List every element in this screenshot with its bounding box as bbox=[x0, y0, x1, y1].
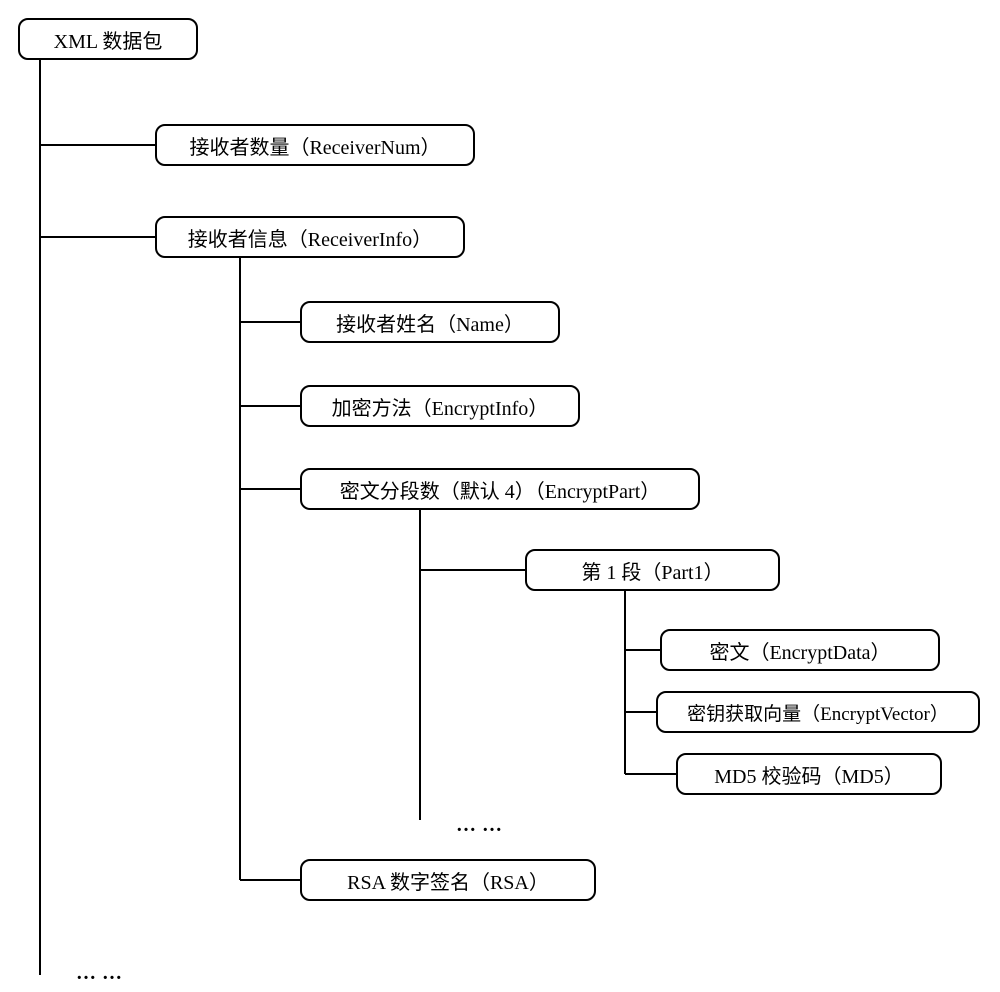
node-receiver-num: 接收者数量（ReceiverNum） bbox=[155, 124, 475, 166]
node-label: 密钥获取向量（EncryptVector） bbox=[687, 699, 949, 726]
ellipsis-root: …… bbox=[76, 962, 128, 985]
node-label: 接收者数量（ReceiverNum） bbox=[189, 131, 440, 160]
node-encrypt-part: 密文分段数（默认 4）（EncryptPart） bbox=[300, 468, 700, 510]
node-label: XML 数据包 bbox=[54, 25, 163, 54]
node-label: 密文分段数（默认 4）（EncryptPart） bbox=[340, 475, 661, 504]
node-encrypt-info: 加密方法（EncryptInfo） bbox=[300, 385, 580, 427]
diagram-canvas: XML 数据包 接收者数量（ReceiverNum） 接收者信息（Receive… bbox=[0, 0, 1000, 992]
node-label: 接收者信息（ReceiverInfo） bbox=[188, 223, 432, 252]
node-name: 接收者姓名（Name） bbox=[300, 301, 560, 343]
node-receiver-info: 接收者信息（ReceiverInfo） bbox=[155, 216, 465, 258]
ellipsis-parts: …… bbox=[456, 814, 508, 837]
node-encrypt-vector: 密钥获取向量（EncryptVector） bbox=[656, 691, 980, 733]
node-rsa: RSA 数字签名（RSA） bbox=[300, 859, 596, 901]
node-label: 加密方法（EncryptInfo） bbox=[332, 392, 549, 421]
node-label: MD5 校验码（MD5） bbox=[714, 760, 903, 789]
node-encrypt-data: 密文（EncryptData） bbox=[660, 629, 940, 671]
node-label: 第 1 段（Part1） bbox=[581, 556, 723, 585]
node-label: 接收者姓名（Name） bbox=[336, 308, 524, 337]
node-md5: MD5 校验码（MD5） bbox=[676, 753, 942, 795]
node-label: RSA 数字签名（RSA） bbox=[347, 866, 549, 895]
node-part1: 第 1 段（Part1） bbox=[525, 549, 780, 591]
node-label: 密文（EncryptData） bbox=[709, 636, 890, 665]
node-xml-root: XML 数据包 bbox=[18, 18, 198, 60]
